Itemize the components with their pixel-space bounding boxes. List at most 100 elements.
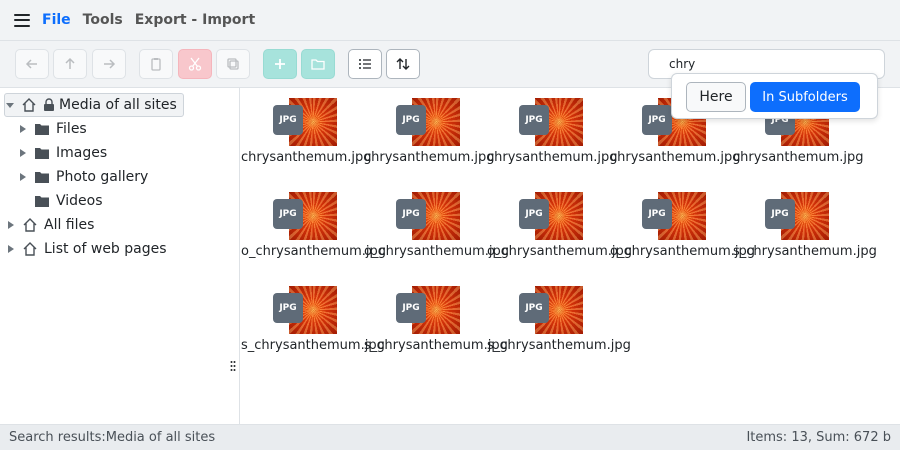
copy-button[interactable]: [216, 49, 250, 79]
new-folder-button[interactable]: [301, 49, 335, 79]
jpg-badge: JPG: [396, 293, 426, 323]
file-item[interactable]: JPG chrysanthemum.jpg: [487, 98, 618, 166]
image-thumbnail: JPG: [273, 192, 337, 240]
image-thumbnail: JPG: [273, 98, 337, 146]
search-scope-popup: Here In Subfolders: [671, 73, 878, 119]
tree-item-photo-gallery[interactable]: Photo gallery: [18, 165, 148, 189]
menu-export-import[interactable]: Export - Import: [135, 12, 255, 28]
home-icon: [22, 241, 38, 257]
list-view-button[interactable]: [348, 49, 382, 79]
image-thumbnail: JPG: [642, 192, 706, 240]
chevron-down-icon[interactable]: [5, 100, 15, 110]
file-name: o_chrysanthemum.jpg: [241, 244, 387, 259]
back-button[interactable]: [15, 49, 49, 79]
image-thumbnail: JPG: [396, 286, 460, 334]
file-item[interactable]: JPG chrysanthemum.jpg: [364, 98, 495, 166]
chevron-right-icon[interactable]: [18, 172, 28, 182]
file-name: chrysanthemum.jpg: [733, 150, 864, 165]
status-bar: Search results:Media of all sites Items:…: [0, 424, 900, 450]
up-button[interactable]: [53, 49, 87, 79]
file-name: chrysanthemum.jpg: [610, 150, 741, 165]
file-name: chrysanthemum.jpg: [487, 150, 618, 165]
cut-icon: [188, 57, 202, 71]
tree-item-label: Files: [56, 121, 87, 137]
image-thumbnail: JPG: [519, 286, 583, 334]
sort-button[interactable]: [386, 49, 420, 79]
chevron-right-icon[interactable]: [6, 244, 16, 254]
new-folder-icon: [311, 59, 325, 70]
folder-tree: Media of all sites Files Images Photo ga…: [0, 88, 240, 424]
folder-icon: [34, 145, 50, 161]
back-icon: [25, 59, 37, 69]
sort-icon: [396, 58, 410, 70]
chevron-right-icon[interactable]: [18, 148, 28, 158]
tree-item-list-of-web-pages[interactable]: List of web pages: [6, 237, 167, 261]
file-name: o_chrysanthemum.jpg: [610, 244, 756, 259]
forward-button[interactable]: [92, 49, 126, 79]
search-here-button[interactable]: Here: [686, 82, 746, 112]
folder-icon: [34, 169, 50, 185]
copy-icon: [227, 58, 239, 70]
image-thumbnail: JPG: [396, 192, 460, 240]
tree-item-label: Videos: [56, 193, 103, 209]
jpg-badge: JPG: [519, 293, 549, 323]
up-icon: [65, 57, 75, 69]
folder-icon: [34, 121, 50, 137]
chevron-right-icon[interactable]: [18, 124, 28, 134]
file-name: o_chrysanthemum.jpg: [487, 244, 633, 259]
jpg-badge: JPG: [519, 105, 549, 135]
image-thumbnail: JPG: [273, 286, 337, 334]
lock-icon: [43, 97, 55, 113]
tree-item-images[interactable]: Images: [18, 141, 107, 165]
file-item[interactable]: JPG o_chrysanthemum.jpg: [364, 192, 510, 260]
jpg-badge: JPG: [642, 199, 672, 229]
file-item[interactable]: JPG s_chrysanthemum.jpg: [364, 286, 508, 354]
menu-bar: File Tools Export - Import: [0, 0, 900, 41]
tree-item-videos[interactable]: Videos: [18, 189, 103, 213]
image-thumbnail: JPG: [765, 192, 829, 240]
image-thumbnail: JPG: [519, 98, 583, 146]
file-item[interactable]: JPG o_chrysanthemum.jpg: [610, 192, 756, 260]
file-item[interactable]: JPG s_chrysanthemum.jpg: [241, 286, 385, 354]
jpg-badge: JPG: [396, 105, 426, 135]
splitter-handle-icon[interactable]: [230, 360, 236, 372]
file-name: chrysanthemum.jpg: [241, 150, 372, 165]
status-items-sum: Items: 13, Sum: 672 b: [746, 430, 891, 445]
cut-button[interactable]: [178, 49, 212, 79]
folder-icon: [34, 193, 50, 209]
hamburger-menu-icon[interactable]: [14, 13, 30, 27]
add-button[interactable]: [263, 49, 297, 79]
file-name: s_chrysanthemum.jpg: [241, 338, 385, 353]
tree-item-label: Photo gallery: [56, 169, 149, 185]
jpg-badge: JPG: [765, 199, 795, 229]
jpg-badge: JPG: [273, 105, 303, 135]
tree-item-label: List of web pages: [44, 241, 167, 257]
file-item[interactable]: JPG chrysanthemum.jpg: [241, 98, 372, 166]
file-item[interactable]: JPG o_chrysanthemum.jpg: [487, 192, 633, 260]
file-item[interactable]: JPG o_chrysanthemum.jpg: [241, 192, 387, 260]
forward-icon: [104, 59, 116, 69]
image-thumbnail: JPG: [396, 98, 460, 146]
menu-tools[interactable]: Tools: [83, 12, 123, 28]
tree-item-label: All files: [44, 217, 95, 233]
file-item[interactable]: JPG s_chrysanthemum.jpg: [487, 286, 631, 354]
file-name: s_chrysanthemum.jpg: [364, 338, 508, 353]
tree-item-label: Images: [56, 145, 108, 161]
add-icon: [275, 59, 285, 69]
file-name: o_chrysanthemum.jpg: [364, 244, 510, 259]
file-item[interactable]: JPG s_chrysanthemum.jpg: [733, 192, 877, 260]
search-in-subfolders-button[interactable]: In Subfolders: [750, 82, 860, 112]
tree-item-files[interactable]: Files: [18, 117, 87, 141]
jpg-badge: JPG: [642, 105, 672, 135]
tree-item-all-files[interactable]: All files: [6, 213, 94, 237]
menu-file[interactable]: File: [42, 12, 71, 28]
tree-item-media-of-all-sites[interactable]: Media of all sites: [4, 93, 184, 117]
paste-icon: [151, 58, 161, 71]
file-name: chrysanthemum.jpg: [364, 150, 495, 165]
jpg-badge: JPG: [273, 293, 303, 323]
paste-button[interactable]: [139, 49, 173, 79]
chevron-right-icon[interactable]: [6, 220, 16, 230]
home-icon: [22, 217, 38, 233]
image-thumbnail: JPG: [519, 192, 583, 240]
jpg-badge: JPG: [396, 199, 426, 229]
